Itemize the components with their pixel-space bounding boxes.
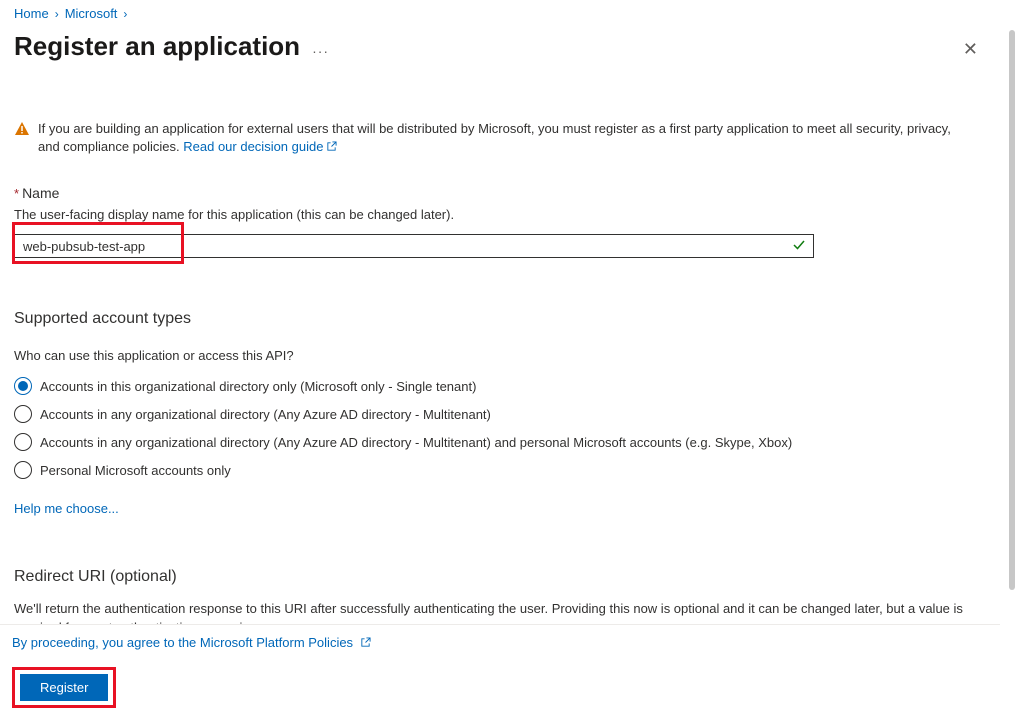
redirect-heading: Redirect URI (optional) — [14, 568, 1000, 586]
radio-personal-only[interactable]: Personal Microsoft accounts only — [14, 461, 1000, 479]
account-types-heading: Supported account types — [14, 310, 1000, 328]
radio-icon — [14, 377, 32, 395]
name-input[interactable] — [14, 234, 814, 258]
warning-icon — [14, 121, 30, 140]
radio-icon — [14, 405, 32, 423]
radio-label: Personal Microsoft accounts only — [40, 463, 231, 478]
radio-label: Accounts in any organizational directory… — [40, 407, 491, 422]
register-button[interactable]: Register — [20, 674, 108, 701]
external-link-icon — [326, 139, 337, 157]
warning-callout: If you are building an application for e… — [14, 120, 964, 157]
help-choose-link[interactable]: Help me choose... — [14, 501, 119, 516]
account-types-radio-group: Accounts in this organizational director… — [14, 377, 1000, 479]
breadcrumb-microsoft[interactable]: Microsoft — [65, 6, 118, 21]
warning-text: If you are building an application for e… — [38, 121, 951, 154]
decision-guide-link[interactable]: Read our decision guide — [183, 139, 337, 154]
external-link-icon — [360, 636, 371, 651]
radio-multitenant-personal[interactable]: Accounts in any organizational directory… — [14, 433, 1000, 451]
radio-label: Accounts in any organizational directory… — [40, 435, 792, 450]
footer: By proceeding, you agree to the Microsof… — [0, 624, 1000, 720]
platform-policies-link[interactable]: By proceeding, you agree to the Microsof… — [12, 635, 371, 651]
name-description: The user-facing display name for this ap… — [14, 207, 1000, 222]
chevron-right-icon: › — [123, 7, 127, 21]
breadcrumb: Home › Microsoft › — [14, 6, 1000, 21]
account-types-question: Who can use this application or access t… — [14, 348, 1000, 363]
radio-single-tenant[interactable]: Accounts in this organizational director… — [14, 377, 1000, 395]
radio-icon — [14, 433, 32, 451]
close-button[interactable]: ✕ — [963, 33, 1000, 60]
chevron-right-icon: › — [55, 7, 59, 21]
highlight-box: Register — [12, 667, 116, 708]
required-indicator: * — [14, 186, 19, 201]
radio-multitenant[interactable]: Accounts in any organizational directory… — [14, 405, 1000, 423]
more-actions-button[interactable]: ··· — [312, 44, 329, 58]
breadcrumb-home[interactable]: Home — [14, 6, 49, 21]
radio-icon — [14, 461, 32, 479]
scrollbar[interactable] — [1009, 30, 1015, 590]
name-label: Name — [22, 185, 59, 201]
radio-label: Accounts in this organizational director… — [40, 379, 476, 394]
page-title: Register an application — [14, 31, 300, 62]
